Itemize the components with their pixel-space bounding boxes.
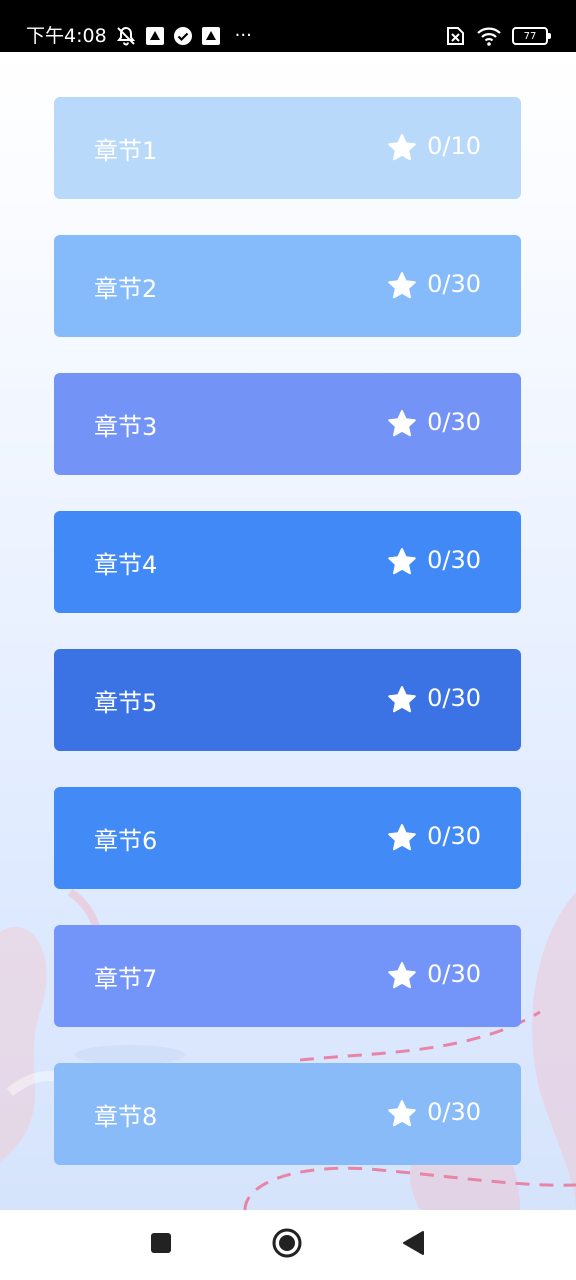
star-icon — [387, 1099, 417, 1129]
recents-button[interactable] — [144, 1228, 178, 1262]
home-button[interactable] — [270, 1228, 304, 1262]
chapter-score: 0/30 — [427, 270, 481, 298]
star-icon — [387, 271, 417, 301]
navigation-bar — [0, 1210, 576, 1280]
more-notifications: ··· — [234, 25, 252, 46]
status-bar: 下午4:08 ··· 77 — [0, 0, 576, 52]
chapter-score: 0/30 — [427, 1098, 481, 1126]
home-circle-icon — [272, 1228, 302, 1262]
recents-square-icon — [149, 1231, 173, 1259]
status-time: 下午4:08 — [26, 24, 107, 47]
back-triangle-icon — [401, 1230, 425, 1260]
chapter-title: 章节2 — [94, 274, 158, 303]
star-icon — [387, 133, 417, 163]
app-notification-icon — [201, 26, 221, 46]
chapter-progress: 0/30 — [387, 408, 481, 439]
app-notification-icon — [145, 26, 165, 46]
chapter-card-4[interactable]: 章节4 0/30 — [54, 511, 521, 613]
star-icon — [387, 823, 417, 853]
star-icon — [387, 685, 417, 715]
chapter-progress: 0/30 — [387, 960, 481, 991]
chapter-progress: 0/10 — [387, 132, 481, 163]
chapter-score: 0/30 — [427, 960, 481, 988]
chapter-title: 章节6 — [94, 826, 158, 855]
star-icon — [387, 961, 417, 991]
star-icon — [387, 409, 417, 439]
background-decoration — [0, 888, 576, 1210]
chapter-progress: 0/30 — [387, 684, 481, 715]
battery-icon: 77 — [512, 27, 551, 45]
chapter-title: 章节3 — [94, 412, 158, 441]
wifi-icon — [476, 26, 502, 46]
chapter-score: 0/30 — [427, 546, 481, 574]
chapter-card-6[interactable]: 章节6 0/30 — [54, 787, 521, 889]
chapter-card-2[interactable]: 章节2 0/30 — [54, 235, 521, 337]
chapter-progress: 0/30 — [387, 1098, 481, 1129]
chapter-score: 0/30 — [427, 684, 481, 712]
chapter-score: 0/30 — [427, 822, 481, 850]
chapter-title: 章节4 — [94, 550, 158, 579]
chapter-card-1[interactable]: 章节1 0/10 — [54, 97, 521, 199]
chapter-card-8[interactable]: 章节8 0/30 — [54, 1063, 521, 1165]
chapter-card-3[interactable]: 章节3 0/30 — [54, 373, 521, 475]
chapter-progress: 0/30 — [387, 546, 481, 577]
star-icon — [387, 547, 417, 577]
check-circle-icon — [173, 26, 193, 46]
chapter-list[interactable]: 章节1 0/10 章节2 0/30 章节3 0/30 章节4 0/30 章节5 … — [0, 52, 576, 1210]
chapter-progress: 0/30 — [387, 822, 481, 853]
chapter-title: 章节5 — [94, 688, 158, 717]
chapter-title: 章节8 — [94, 1102, 158, 1131]
chapter-title: 章节1 — [94, 136, 158, 165]
battery-level: 77 — [523, 30, 537, 42]
sim-off-icon — [444, 26, 466, 46]
chapter-score: 0/30 — [427, 408, 481, 436]
chapter-progress: 0/30 — [387, 270, 481, 301]
chapter-card-5[interactable]: 章节5 0/30 — [54, 649, 521, 751]
mute-bell-icon — [115, 25, 137, 47]
chapter-card-7[interactable]: 章节7 0/30 — [54, 925, 521, 1027]
chapter-score: 0/10 — [427, 132, 481, 160]
chapter-title: 章节7 — [94, 964, 158, 993]
back-button[interactable] — [396, 1228, 430, 1262]
